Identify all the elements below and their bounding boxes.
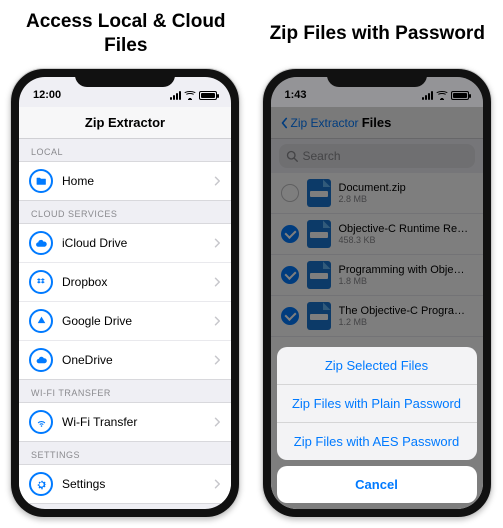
- list-item-label: OneDrive: [62, 353, 204, 367]
- list-item-label: iCloud Drive: [62, 236, 204, 250]
- gear-icon: [29, 472, 53, 496]
- chevron-right-icon: [213, 237, 221, 249]
- list-item[interactable]: Google Drive: [19, 302, 231, 341]
- list-item-label: Dropbox: [62, 275, 204, 289]
- status-time: 12:00: [33, 89, 61, 101]
- notch: [327, 69, 427, 87]
- list-item[interactable]: iCloud Drive: [19, 224, 231, 263]
- nav-title: Zip Extractor: [85, 115, 165, 130]
- phone-frame: 12:00 Zip Extractor LOCAL Home CLOUD SERVI…: [10, 68, 240, 518]
- list-item-label: Google Drive: [62, 314, 204, 328]
- action-sheet-button[interactable]: Zip Files with AES Password: [277, 423, 477, 460]
- nav-bar: Zip Extractor: [19, 107, 231, 139]
- cell-group: Home: [19, 161, 231, 201]
- folder-icon: [29, 169, 53, 193]
- onedrive-icon: [29, 348, 53, 372]
- chevron-right-icon: [213, 175, 221, 187]
- list-item[interactable]: OneDrive: [19, 341, 231, 379]
- cell-group: iCloud Drive Dropbox Google Drive OneDrive: [19, 223, 231, 380]
- list-item-label: Home: [62, 174, 204, 188]
- wifi-status-icon: [184, 91, 196, 100]
- action-sheet-cancel[interactable]: Cancel: [277, 466, 477, 503]
- notch: [75, 69, 175, 87]
- promo-panel-right: Zip Files with Password 1:43 Zip Extract…: [262, 10, 494, 518]
- action-sheet-button[interactable]: Zip Files with Plain Password: [277, 385, 477, 423]
- chevron-right-icon: [213, 416, 221, 428]
- wifi-icon: [29, 410, 53, 434]
- list-item-label: Wi-Fi Transfer: [62, 415, 204, 429]
- gdrive-icon: [29, 309, 53, 333]
- section-header: CLOUD SERVICES: [19, 201, 231, 223]
- cell-group: Settings: [19, 464, 231, 504]
- battery-icon: [199, 91, 217, 100]
- caption-right: Zip Files with Password: [262, 10, 494, 58]
- screen-left: 12:00 Zip Extractor LOCAL Home CLOUD SERVI…: [19, 77, 231, 509]
- action-sheet-button[interactable]: Zip Selected Files: [277, 347, 477, 385]
- section-header: LOCAL: [19, 139, 231, 161]
- list-item[interactable]: Home: [19, 162, 231, 200]
- screen-right: 1:43 Zip Extractor Files: [271, 77, 483, 509]
- dropbox-icon: [29, 270, 53, 294]
- chevron-right-icon: [213, 478, 221, 490]
- phone-frame: 1:43 Zip Extractor Files: [262, 68, 492, 518]
- section-header: WI-FI TRANSFER: [19, 380, 231, 402]
- list-item[interactable]: Dropbox: [19, 263, 231, 302]
- promo-panel-left: Access Local & Cloud Files 12:00 Zip Ext…: [10, 10, 242, 518]
- cell-group: Wi-Fi Transfer: [19, 402, 231, 442]
- cloud-icon: [29, 231, 53, 255]
- caption-left: Access Local & Cloud Files: [10, 10, 242, 58]
- list-item[interactable]: Wi-Fi Transfer: [19, 403, 231, 441]
- chevron-right-icon: [213, 315, 221, 327]
- signal-icon: [170, 91, 181, 100]
- list-item[interactable]: Settings: [19, 465, 231, 503]
- chevron-right-icon: [213, 276, 221, 288]
- action-sheet: Zip Selected FilesZip Files with Plain P…: [277, 347, 477, 503]
- list-item-label: Settings: [62, 477, 204, 491]
- chevron-right-icon: [213, 354, 221, 366]
- section-header: SETTINGS: [19, 442, 231, 464]
